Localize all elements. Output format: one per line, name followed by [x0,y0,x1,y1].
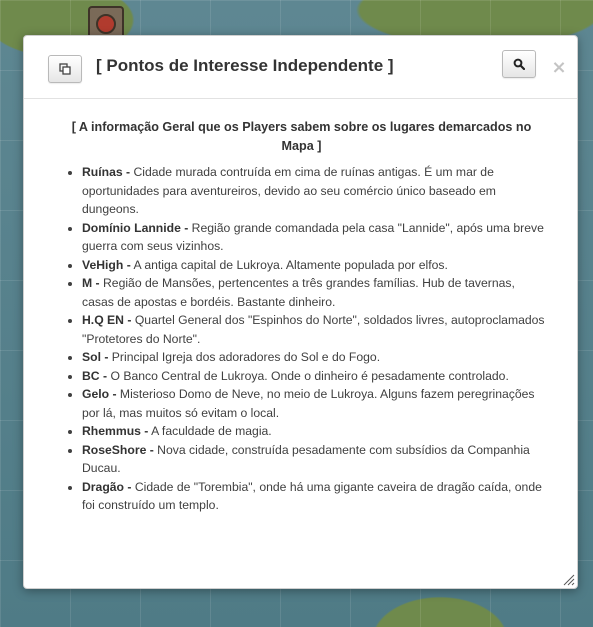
place-name: Dragão - [82,479,132,494]
place-name: BC - [82,368,108,383]
popout-button[interactable] [48,55,82,83]
place-name: M - [82,276,100,290]
close-icon[interactable]: × [551,58,567,78]
dialog-title: [ Pontos de Interesse Independente ] [96,56,394,75]
map-tower-token [88,6,124,38]
place-description: Misterioso Domo de Neve, no meio de Lukr… [82,387,535,420]
place-description: Cidade murada contruída em cima de ruína… [82,165,496,216]
list-item: M - Região de Mansões, pertencentes a tr… [82,274,549,311]
place-description: Região de Mansões, pertencentes a três g… [82,276,515,309]
search-button[interactable] [502,50,536,78]
list-item: H.Q EN - Quartel General dos "Espinhos d… [82,311,549,348]
handout-content: [ A informação Geral que os Players sabe… [54,118,549,515]
list-item: Sol - Principal Igreja dos adoradores do… [82,348,549,367]
place-name: Ruínas - [82,165,131,179]
search-icon [513,58,525,70]
list-item: Dragão - Cidade de "Torembia", onde há u… [82,478,549,515]
list-item: BC - O Banco Central de Lukroya. Onde o … [82,367,549,386]
dialog-titlebar[interactable]: [ Pontos de Interesse Independente ] × [24,36,577,99]
place-description: Cidade de "Torembia", onde há uma gigant… [82,479,542,513]
place-description: A faculdade de magia. [148,424,272,438]
resize-grip-icon[interactable] [563,574,575,586]
place-name: H.Q EN - [82,313,132,327]
place-description: O Banco Central de Lukroya. Onde o dinhe… [107,368,509,383]
handout-dialog: [ Pontos de Interesse Independente ] × [… [23,35,578,589]
place-description: Quartel General dos "Espinhos do Norte",… [82,313,545,346]
list-item: Gelo - Misterioso Domo de Neve, no meio … [82,385,549,422]
place-name: Domínio Lannide - [82,220,189,235]
place-name: Gelo - [82,387,117,401]
place-description: Principal Igreja dos adoradores do Sol e… [108,350,381,364]
places-list: Ruínas - Cidade murada contruída em cima… [54,163,549,515]
place-name: RoseShore - [82,442,154,457]
place-description: A antiga capital de Lukroya. Altamente p… [130,257,448,272]
list-item: RoseShore - Nova cidade, construída pesa… [82,441,549,478]
place-name: Rhemmus - [82,424,149,438]
list-item: Domínio Lannide - Região grande comandad… [82,219,549,256]
info-heading: [ A informação Geral que os Players sabe… [71,120,532,153]
list-item: VeHigh - A antiga capital de Lukroya. Al… [82,256,549,275]
list-item: Ruínas - Cidade murada contruída em cima… [82,163,549,219]
place-name: VeHigh - [82,257,131,272]
popout-icon [59,63,71,75]
place-name: Sol - [82,350,109,364]
list-item: Rhemmus - A faculdade de magia. [82,422,549,441]
